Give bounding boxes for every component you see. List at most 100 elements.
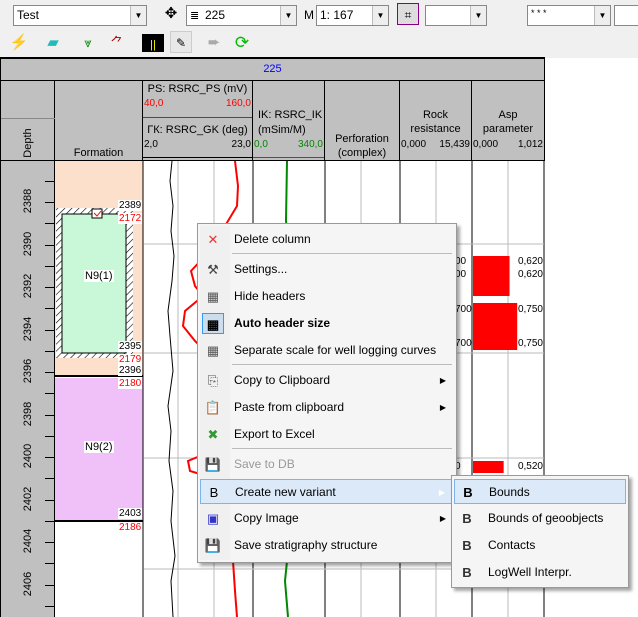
delete-x-icon: ✕ xyxy=(207,232,219,247)
menu-item-export-to-excel[interactable]: ✖ Export to Excel xyxy=(200,422,454,447)
formation-n9-1[interactable] xyxy=(61,213,127,354)
submenu-item-label: Bounds xyxy=(489,485,530,499)
rock-value: 700 xyxy=(455,338,472,349)
pan-icon[interactable]: ✥ xyxy=(160,3,182,25)
curve-marker-icon[interactable]: ⺈ xyxy=(106,32,128,54)
depth-label: 2388 xyxy=(22,188,34,214)
asp-max: 1,012 xyxy=(517,139,543,150)
menu-item-separate-scale-for-well-logging-curves[interactable]: ▦ Separate scale for well logging curves xyxy=(200,338,454,363)
submenu-item-bounds[interactable]: B Bounds xyxy=(454,479,626,504)
depth-label: 2398 xyxy=(22,401,34,426)
menu-item-hide-headers[interactable]: ▦ Hide headers xyxy=(200,284,454,309)
rock-label: Rock xyxy=(422,109,449,121)
menu-item-save-to-db[interactable]: 💾 Save to DB xyxy=(200,452,454,477)
menu-item-label: Create new variant xyxy=(235,485,336,499)
asp-value: 0,750 xyxy=(517,304,543,315)
chevron-down-icon[interactable]: ▼ xyxy=(130,6,146,25)
save-db-icon: 💾 xyxy=(204,457,222,472)
perforation-header[interactable]: Perforation (complex) xyxy=(325,81,400,161)
menu-item-label: Save to DB xyxy=(234,457,295,471)
line-style-value: * * * xyxy=(531,8,547,18)
depth-label: 2400 xyxy=(22,443,34,469)
depth-tick xyxy=(45,542,55,543)
arrow-icon[interactable]: ➨ xyxy=(203,32,225,54)
menu-item-label: Copy to Clipboard xyxy=(234,373,331,387)
rock-value: 700 xyxy=(455,304,472,315)
auto-header-icon: ▦ xyxy=(202,313,224,334)
menu-item-label: Auto header size xyxy=(234,316,331,330)
track-columns-icon[interactable]: || xyxy=(142,34,164,52)
depth-label: 2390 xyxy=(22,231,34,256)
ik-header[interactable]: IK: RSRC_IK (mSim/M) 0,0 340,0 xyxy=(253,81,325,161)
gk-name: ГК: RSRC_GK (deg) xyxy=(147,124,248,136)
trace-combo[interactable]: ≣ 225 ▼ xyxy=(186,5,297,26)
submenu-arrow-icon: ▶ xyxy=(439,403,446,412)
filter-curve-icon[interactable]: ⩔ xyxy=(77,32,99,54)
asp-sublabel: parameter xyxy=(482,123,534,135)
asp-label: Asp xyxy=(498,109,518,121)
menu-item-label: Settings... xyxy=(234,262,288,276)
menu-item-save-stratigraphy-structure[interactable]: 💾 Save stratigraphy structure xyxy=(200,533,454,558)
menu-item-settings[interactable]: ⚒ Settings... xyxy=(200,257,454,282)
depth-tick xyxy=(45,520,55,522)
gk-curve xyxy=(167,161,176,617)
perforation-sublabel: (complex) xyxy=(337,147,387,159)
depth-tick xyxy=(45,457,55,458)
formation-name: N9(2) xyxy=(84,441,114,453)
submenu-item-contacts[interactable]: B Contacts xyxy=(454,533,626,558)
top-md-label: 2396 xyxy=(118,365,143,376)
menu-item-create-new-variant[interactable]: B Create new variant ▶ xyxy=(200,479,454,504)
menu-item-label: Paste from clipboard xyxy=(234,400,345,414)
scale-combo[interactable]: 1: 167 ▼ xyxy=(316,5,389,26)
search-combo[interactable]: ▼ xyxy=(425,5,487,26)
pencil-icon[interactable]: ✎ xyxy=(170,31,192,53)
gk-scale-line xyxy=(143,157,252,158)
line-style-combo[interactable]: * * * ▼ xyxy=(527,5,611,26)
depth-column[interactable]: 2388 2390 2392 2394 2396 2398 2400 2402 2404 2406 xyxy=(0,161,55,617)
depth-tick xyxy=(45,202,55,203)
context-menu: ✕ Delete column ⚒ Settings... ▦ Hide headers ▦… xyxy=(197,223,457,563)
menu-item-copy-to-clipboard[interactable]: ⎘ Copy to Clipboard ▶ xyxy=(200,368,454,393)
bmp-icon: ▣ xyxy=(206,511,220,526)
formation-header[interactable]: Formation xyxy=(55,81,143,161)
depth-header[interactable]: Depth xyxy=(0,81,55,161)
menu-item-label: Export to Excel xyxy=(234,427,315,441)
refresh-icon[interactable]: ⟳ xyxy=(231,32,253,54)
lightning-icon[interactable]: ⚡ xyxy=(8,32,30,54)
depth-tick xyxy=(45,499,55,501)
submenu-item-bounds-of-geoobjects[interactable]: B Bounds of geoobjects xyxy=(454,506,626,531)
ps-gk-header[interactable]: PS: RSRC_PS (mV) 40,0 160,0 ГК: RSRC_GK … xyxy=(143,81,253,161)
rock-sublabel: resistance xyxy=(410,123,461,135)
depth-tick xyxy=(45,393,55,395)
menu-item-auto-header-size[interactable]: ▦ Auto header size xyxy=(200,311,454,336)
ik-curve xyxy=(284,161,288,232)
asp-min: 0,000 xyxy=(473,139,499,150)
rock-min: 0,000 xyxy=(401,139,427,150)
menu-item-copy-image[interactable]: ▣ Copy Image ▶ xyxy=(200,506,454,531)
chevron-down-icon[interactable]: ▼ xyxy=(594,6,610,25)
eraser-icon[interactable]: ▰ xyxy=(42,32,64,54)
depth-tick xyxy=(45,414,55,416)
ik-unit: (mSim/M) xyxy=(258,124,306,136)
menu-item-label: Delete column xyxy=(234,232,311,246)
chevron-down-icon[interactable]: ▼ xyxy=(470,6,486,25)
menu-item-delete-column[interactable]: ✕ Delete column xyxy=(200,227,454,252)
chevron-down-icon[interactable]: ▼ xyxy=(280,6,296,25)
binoculars-icon[interactable]: ⌗ xyxy=(397,3,419,25)
divider xyxy=(1,118,55,119)
asp-value: 0,620 xyxy=(517,256,543,267)
contacts-icon: B xyxy=(462,538,472,553)
well-combo[interactable]: Test ▼ xyxy=(13,5,147,26)
menu-separator xyxy=(232,253,452,254)
asp-value: 0,620 xyxy=(517,269,543,280)
extra-combo[interactable] xyxy=(614,5,638,26)
separate-scale-icon: ▦ xyxy=(206,343,220,358)
asp-header[interactable]: Asp parameter 0,000 1,012 xyxy=(472,81,545,161)
menu-item-paste-from-clipboard[interactable]: 📋 Paste from clipboard ▶ xyxy=(200,395,454,420)
chevron-down-icon[interactable]: ▼ xyxy=(372,6,388,25)
rock-resistance-header[interactable]: Rock resistance 0,000 15,439 xyxy=(400,81,472,161)
depth-tick xyxy=(45,223,55,225)
submenu-item-logwell-interpr[interactable]: B LogWell Interpr. xyxy=(454,560,626,585)
depth-tick xyxy=(45,180,55,182)
gk-max: 23,0 xyxy=(231,139,251,150)
